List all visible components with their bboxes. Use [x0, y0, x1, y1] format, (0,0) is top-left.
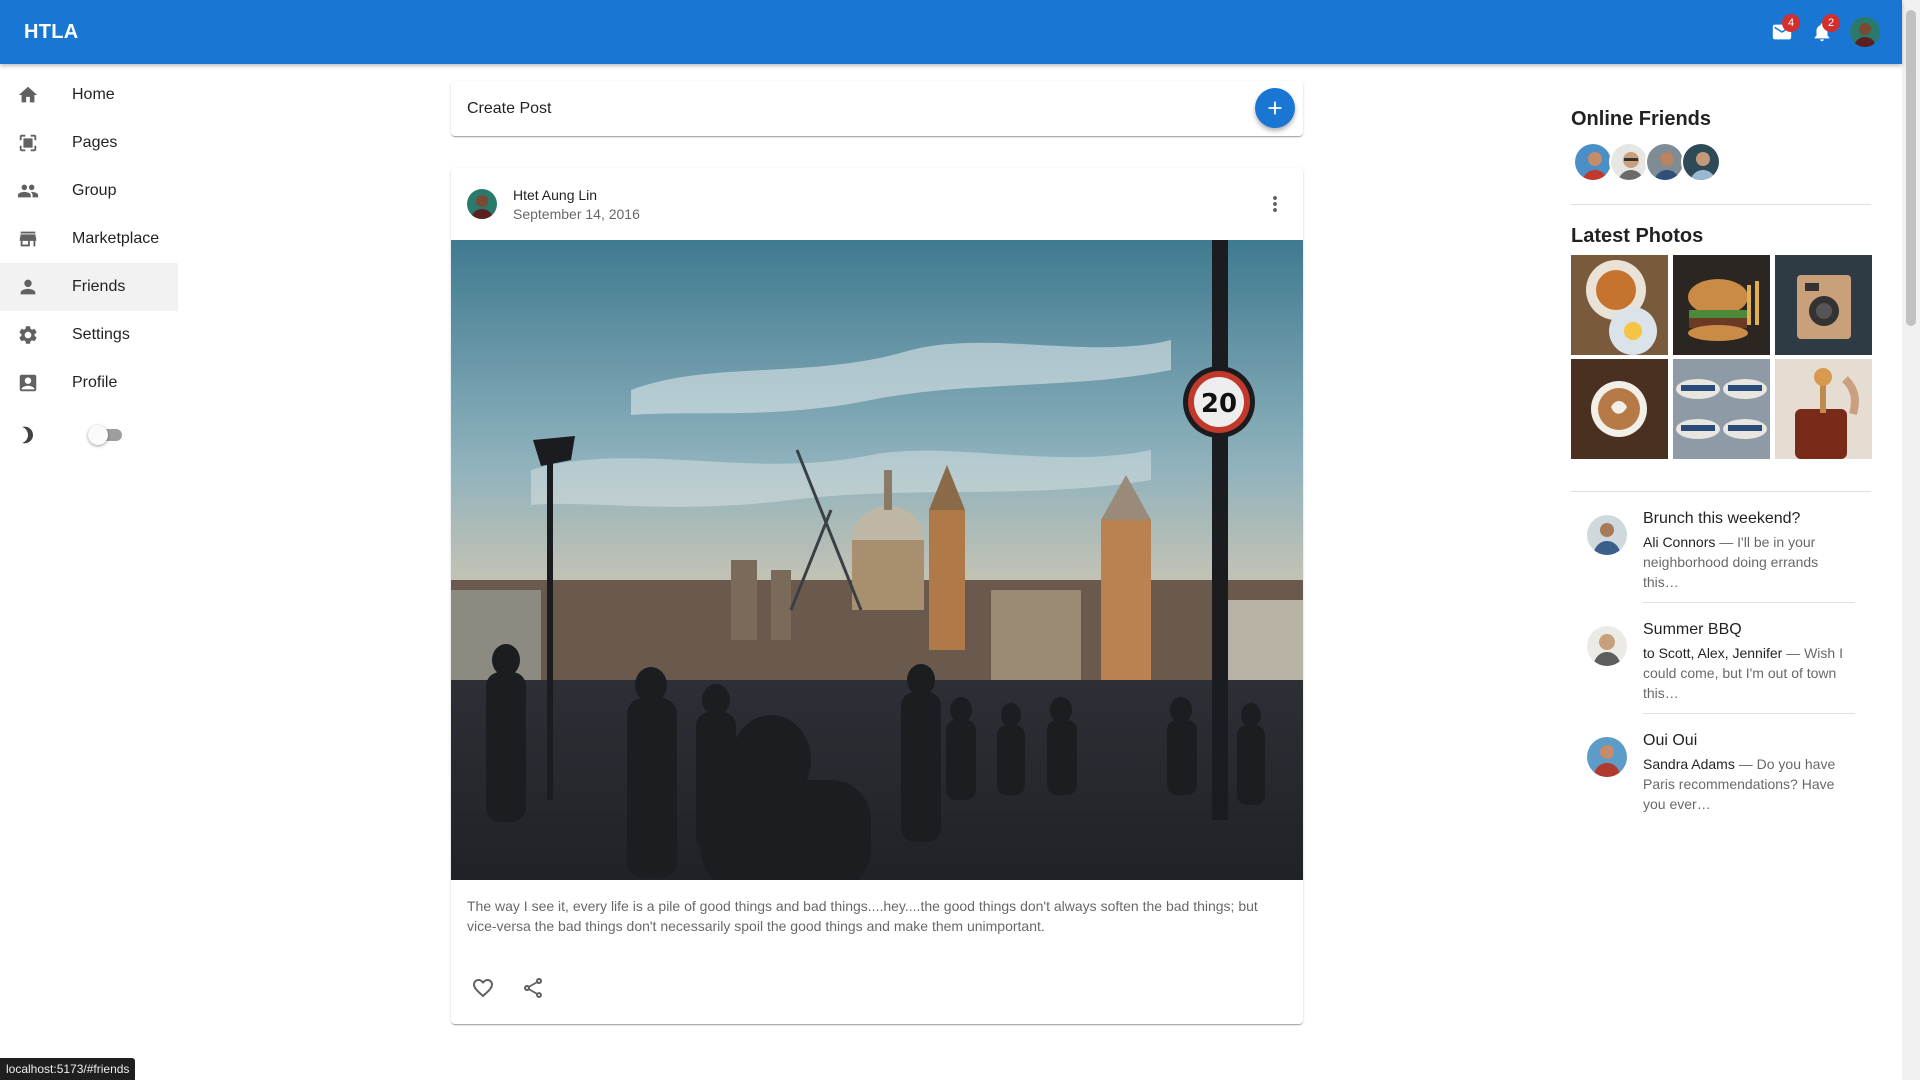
feed: Create Post Htet Aung Lin September 14, … — [451, 81, 1303, 1024]
friend-avatar[interactable] — [1645, 142, 1685, 182]
heart-icon — [473, 979, 493, 998]
notifications-button[interactable]: 2 — [1802, 12, 1842, 52]
pages-icon — [16, 131, 40, 155]
group-icon — [16, 179, 40, 203]
appbar-actions: 4 2 — [1762, 12, 1880, 52]
sidebar: Home Pages Group Marketplace Friends Set… — [0, 64, 178, 463]
message-preview: to Scott, Alex, Jennifer — Wish I could … — [1643, 643, 1855, 703]
post-text: The way I see it, every life is a pile o… — [467, 898, 1258, 934]
more-vert-icon — [1273, 196, 1277, 212]
sidebar-item-label: Settings — [72, 326, 130, 343]
notifications-badge: 2 — [1822, 14, 1840, 32]
latest-photos-title: Latest Photos — [1571, 225, 1704, 247]
share-button[interactable] — [513, 968, 553, 1008]
message-sender: to Scott, Alex, Jennifer — [1643, 645, 1783, 661]
dark-mode-toggle[interactable] — [88, 423, 128, 447]
create-post-card[interactable]: Create Post — [451, 81, 1303, 136]
post-meta: Htet Aung Lin September 14, 2016 — [513, 187, 640, 222]
sidebar-item-marketplace[interactable]: Marketplace — [0, 215, 178, 263]
like-button[interactable] — [463, 968, 503, 1008]
message-body: Summer BBQ to Scott, Alex, Jennifer — Wi… — [1643, 619, 1855, 714]
plus-icon — [1268, 101, 1282, 115]
mail-badge: 4 — [1782, 14, 1800, 32]
person-icon — [16, 275, 40, 299]
toggle-thumb — [88, 425, 108, 445]
hats-photo[interactable] — [1673, 359, 1770, 459]
sidebar-item-profile[interactable]: Profile — [0, 359, 178, 407]
app-title[interactable]: HTLA — [24, 21, 79, 44]
sidebar-item-home[interactable]: Home — [0, 71, 178, 119]
create-post-label: Create Post — [467, 99, 552, 117]
online-friends-list — [1571, 142, 1871, 182]
share-icon — [524, 978, 542, 998]
profile-icon — [16, 371, 40, 395]
latte-photo[interactable] — [1571, 359, 1668, 459]
friend-avatar[interactable] — [1609, 142, 1649, 182]
message-title: Oui Oui — [1643, 732, 1698, 749]
message-list: Brunch this weekend? Ali Connors — I'll … — [1571, 492, 1871, 824]
status-bar-url: localhost:5173/#friends — [0, 1058, 136, 1080]
store-icon — [16, 227, 40, 251]
home-icon — [16, 83, 40, 107]
friend-avatar[interactable] — [1573, 142, 1613, 182]
mail-button[interactable]: 4 — [1762, 12, 1802, 52]
sidebar-item-settings[interactable]: Settings — [0, 311, 178, 359]
post-header: Htet Aung Lin September 14, 2016 — [451, 168, 1303, 240]
message-body: Brunch this weekend? Ali Connors — I'll … — [1643, 508, 1855, 603]
message-sender: Ali Connors — [1643, 534, 1716, 550]
sidebar-item-friends[interactable]: Friends — [0, 263, 178, 311]
message-preview: Sandra Adams — Do you have Paris recomme… — [1643, 754, 1855, 814]
latest-photos-grid — [1571, 255, 1872, 459]
page-scrollbar[interactable] — [1902, 0, 1920, 1080]
camera-photo[interactable] — [1775, 255, 1872, 355]
dark-mode-row — [0, 407, 178, 463]
sidebar-item-label: Home — [72, 86, 115, 103]
message-title: Summer BBQ — [1643, 621, 1742, 638]
burger-photo[interactable] — [1673, 255, 1770, 355]
user-avatar[interactable] — [1850, 17, 1880, 47]
message-preview: Ali Connors — I'll be in your neighborho… — [1643, 532, 1855, 592]
moon-icon — [16, 423, 40, 447]
add-post-button[interactable] — [1255, 88, 1295, 128]
divider — [1571, 204, 1871, 205]
message-sender: Sandra Adams — [1643, 756, 1735, 772]
friend-avatar[interactable] — [1681, 142, 1721, 182]
message-avatar — [1587, 626, 1627, 666]
message-item[interactable]: Summer BBQ to Scott, Alex, Jennifer — Wi… — [1571, 603, 1871, 714]
online-friends-title: Online Friends — [1571, 108, 1712, 130]
message-body: Oui Oui Sandra Adams — Do you have Paris… — [1643, 730, 1855, 824]
message-avatar — [1587, 515, 1627, 555]
post-menu-button[interactable] — [1263, 190, 1287, 218]
post-actions — [451, 952, 1303, 1024]
post-author-avatar[interactable] — [467, 189, 497, 219]
message-title: Brunch this weekend? — [1643, 510, 1801, 527]
honey-jar-photo[interactable] — [1775, 359, 1872, 459]
sidebar-item-label: Pages — [72, 134, 118, 151]
sidebar-item-group[interactable]: Group — [0, 167, 178, 215]
right-panel: Online Friends Latest Photos Brunch this… — [1571, 108, 1872, 824]
scrollbar-thumb[interactable] — [1906, 10, 1916, 326]
post-image: 20 — [451, 240, 1303, 880]
gear-icon — [16, 323, 40, 347]
svg-text:20: 20 — [1201, 389, 1237, 419]
sidebar-item-pages[interactable]: Pages — [0, 119, 178, 167]
sidebar-item-label: Marketplace — [72, 230, 160, 247]
message-avatar — [1587, 737, 1627, 777]
sidebar-item-label: Profile — [72, 374, 118, 391]
sidebar-item-label: Group — [72, 182, 117, 199]
app-bar: HTLA 4 2 — [0, 0, 1902, 64]
message-item[interactable]: Brunch this weekend? Ali Connors — I'll … — [1571, 492, 1871, 603]
post-date: September 14, 2016 — [513, 205, 640, 222]
post-author[interactable]: Htet Aung Lin — [513, 187, 640, 203]
food-plate-photo[interactable] — [1571, 255, 1668, 355]
message-item[interactable]: Oui Oui Sandra Adams — Do you have Paris… — [1571, 714, 1871, 824]
post-card: Htet Aung Lin September 14, 2016 20 The … — [451, 168, 1303, 1024]
sidebar-item-label: Friends — [72, 278, 126, 295]
